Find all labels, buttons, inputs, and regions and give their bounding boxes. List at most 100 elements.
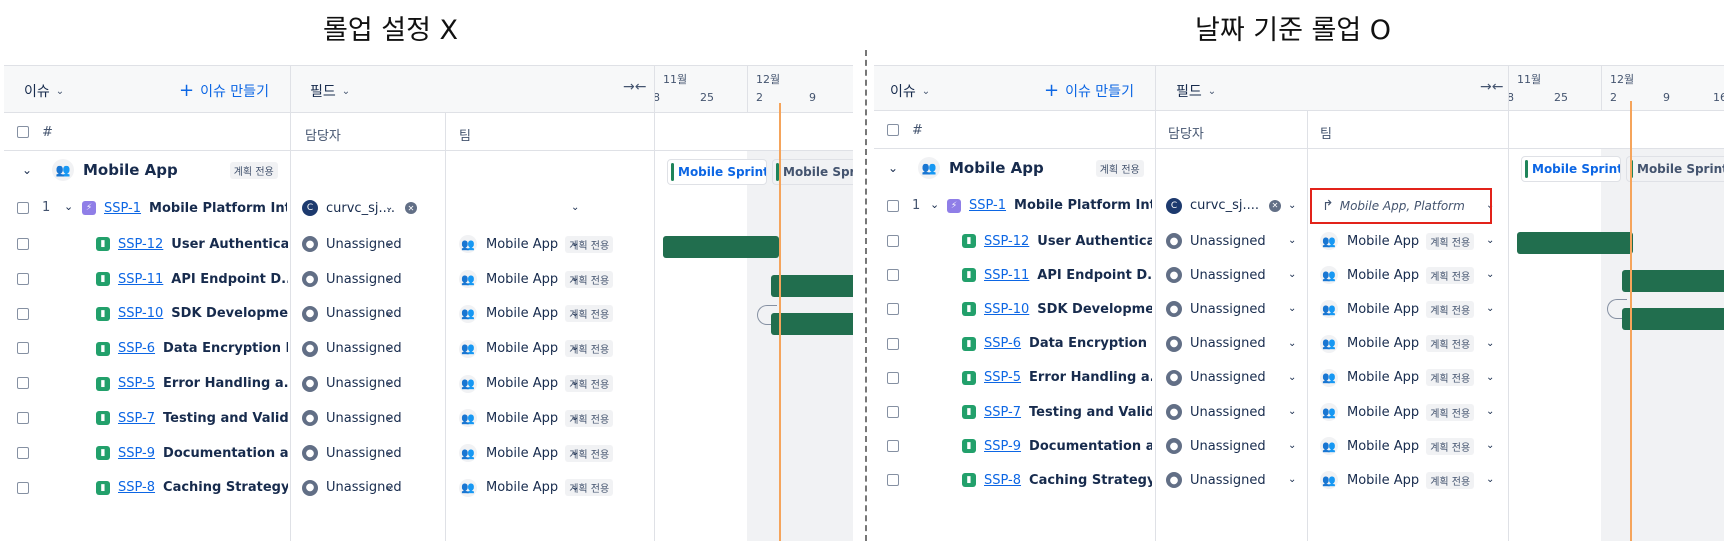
row-checkbox[interactable]: [887, 474, 899, 487]
chevron-down-icon[interactable]: ⌄: [385, 412, 393, 423]
chevron-down-icon[interactable]: ⌄: [385, 342, 393, 353]
row-checkbox[interactable]: [887, 371, 899, 384]
team-cell[interactable]: 👥 Mobile App 계획 전용: [459, 262, 614, 297]
assignee-cell[interactable]: C curvc_sj.... ✕: [1166, 187, 1281, 224]
chevron-down-icon[interactable]: ⌄: [571, 447, 579, 458]
chevron-down-icon[interactable]: ⌄: [1288, 372, 1296, 383]
chevron-down-icon[interactable]: ⌄: [385, 482, 393, 493]
chevron-down-icon[interactable]: ⌄: [22, 151, 32, 189]
chevron-down-icon[interactable]: ⌄: [571, 412, 579, 423]
chevron-down-icon[interactable]: ⌄: [64, 200, 73, 213]
assignee-cell[interactable]: ● Unassigned: [1166, 327, 1266, 361]
issue-summary[interactable]: Error Handling a...: [1029, 370, 1152, 385]
team-cell[interactable]: 👥 Mobile App 계획 전용: [459, 471, 614, 506]
row-checkbox[interactable]: [17, 238, 29, 250]
team-cell[interactable]: 👥 Mobile App 계획 전용: [1320, 224, 1475, 258]
issue-key-link[interactable]: SSP-7: [984, 405, 1021, 420]
row-checkbox[interactable]: [17, 377, 29, 390]
row-checkbox[interactable]: [17, 481, 29, 494]
issue-summary[interactable]: User Authentica...: [1037, 234, 1152, 249]
team-cell[interactable]: 👥 Mobile App 계획 전용: [1320, 361, 1475, 395]
issue-key-link[interactable]: SSP-12: [118, 237, 163, 252]
chevron-down-icon[interactable]: ⌄: [1486, 372, 1494, 383]
issue-summary[interactable]: Data Encryption I...: [163, 341, 288, 356]
assignee-cell[interactable]: ● Unassigned: [1166, 429, 1266, 463]
issue-key-link[interactable]: SSP-5: [118, 376, 155, 391]
clear-icon[interactable]: ✕: [1269, 199, 1281, 212]
assignee-cell[interactable]: ● Unassigned: [1166, 395, 1266, 429]
row-checkbox[interactable]: [887, 440, 899, 453]
chevron-down-icon[interactable]: ⌄: [1486, 269, 1494, 280]
issue-key-link[interactable]: SSP-12: [984, 234, 1029, 249]
issue-key-link[interactable]: SSP-6: [984, 336, 1021, 351]
team-cell[interactable]: 👥 Mobile App 계획 전용: [459, 297, 614, 332]
issue-summary[interactable]: Documentation a...: [1029, 439, 1152, 454]
issue-summary[interactable]: API Endpoint D...: [1037, 268, 1152, 283]
assignee-cell[interactable]: ● Unassigned: [1166, 224, 1266, 258]
chevron-down-icon[interactable]: ⌄: [1288, 235, 1296, 246]
chevron-down-icon[interactable]: ⌄: [888, 149, 898, 187]
issue-summary[interactable]: SDK Developme...: [1037, 302, 1152, 317]
row-checkbox[interactable]: [17, 412, 29, 424]
team-cell[interactable]: 👥 Mobile App 계획 전용: [1320, 395, 1475, 429]
chevron-down-icon[interactable]: ⌄: [385, 447, 393, 458]
chevron-down-icon[interactable]: ⌄: [1288, 338, 1296, 349]
issue-summary[interactable]: User Authentica...: [171, 237, 288, 252]
team-cell[interactable]: 👥 Mobile App 계획 전용: [1320, 258, 1475, 292]
chevron-down-icon[interactable]: ⌄: [1288, 406, 1296, 417]
issue-key-link[interactable]: SSP-1: [104, 201, 141, 216]
chevron-down-icon[interactable]: ⌄: [571, 342, 579, 353]
row-checkbox[interactable]: [17, 272, 29, 285]
row-checkbox[interactable]: [887, 200, 899, 212]
row-checkbox[interactable]: [17, 202, 29, 214]
assignee-cell[interactable]: ● Unassigned: [1166, 463, 1266, 497]
chevron-down-icon[interactable]: ⌄: [1486, 474, 1494, 485]
issue-key-link[interactable]: SSP-8: [118, 480, 155, 495]
chevron-down-icon[interactable]: ⌄: [1486, 406, 1494, 417]
issue-key-link[interactable]: SSP-11: [118, 272, 163, 287]
issue-summary[interactable]: Error Handling a...: [163, 376, 288, 391]
issue-summary[interactable]: Documentation a...: [163, 446, 288, 461]
assignee-cell[interactable]: ● Unassigned: [1166, 258, 1266, 292]
issue-key-link[interactable]: SSP-11: [984, 268, 1029, 283]
fields-dropdown[interactable]: 필드 ⌄: [1176, 81, 1216, 101]
issue-key-link[interactable]: SSP-6: [118, 341, 155, 356]
team-cell[interactable]: 👥 Mobile App 계획 전용: [459, 401, 614, 436]
chevron-down-icon[interactable]: ⌄: [385, 273, 393, 284]
collapse-arrows-icon[interactable]: →←: [1480, 79, 1503, 95]
chevron-down-icon[interactable]: ⌄: [1288, 303, 1296, 314]
issue-summary[interactable]: Caching Strategy...: [163, 480, 288, 495]
chevron-down-icon[interactable]: ⌄: [385, 308, 393, 319]
team-cell[interactable]: 👥 Mobile App 계획 전용: [459, 331, 614, 366]
chevron-down-icon[interactable]: ⌄: [571, 238, 579, 249]
team-cell[interactable]: 👥 Mobile App 계획 전용: [459, 436, 614, 471]
issues-dropdown[interactable]: 이슈 ⌄: [24, 81, 64, 101]
issue-summary[interactable]: Caching Strategy...: [1029, 473, 1152, 488]
issue-key-link[interactable]: SSP-9: [984, 439, 1021, 454]
issue-summary[interactable]: Testing and Valid...: [1029, 405, 1152, 420]
issue-summary[interactable]: SDK Developme...: [171, 306, 288, 321]
team-cell[interactable]: 👥 Mobile App 계획 전용: [1320, 463, 1475, 497]
chevron-down-icon[interactable]: ⌄: [571, 482, 579, 493]
chevron-down-icon[interactable]: ⌄: [1486, 338, 1494, 349]
team-cell[interactable]: 👥 Mobile App 계획 전용: [1320, 429, 1475, 463]
issue-key-link[interactable]: SSP-10: [118, 306, 163, 321]
team-cell[interactable]: 👥 Mobile App 계획 전용: [1320, 292, 1475, 326]
chevron-down-icon[interactable]: ⌄: [1288, 474, 1296, 485]
team-cell[interactable]: 👥 Mobile App 계획 전용: [459, 227, 614, 262]
issue-summary[interactable]: Mobile Platform Inte...: [149, 201, 287, 216]
select-all-checkbox[interactable]: [17, 126, 29, 138]
create-issue-button[interactable]: + 이슈 만들기: [1044, 81, 1134, 101]
issue-key-link[interactable]: SSP-8: [984, 473, 1021, 488]
select-all-checkbox[interactable]: [887, 124, 899, 136]
issue-key-link[interactable]: SSP-5: [984, 370, 1021, 385]
issues-dropdown[interactable]: 이슈 ⌄: [890, 81, 930, 101]
chevron-down-icon[interactable]: ⌄: [571, 377, 579, 388]
row-checkbox[interactable]: [887, 303, 899, 316]
assignee-cell[interactable]: ● Unassigned: [1166, 292, 1266, 326]
chevron-down-icon[interactable]: ⌄: [1486, 235, 1494, 246]
chevron-down-icon[interactable]: ⌄: [571, 273, 579, 284]
issue-summary[interactable]: API Endpoint D...: [171, 272, 288, 287]
issue-key-link[interactable]: SSP-10: [984, 302, 1029, 317]
row-checkbox[interactable]: [887, 406, 899, 418]
